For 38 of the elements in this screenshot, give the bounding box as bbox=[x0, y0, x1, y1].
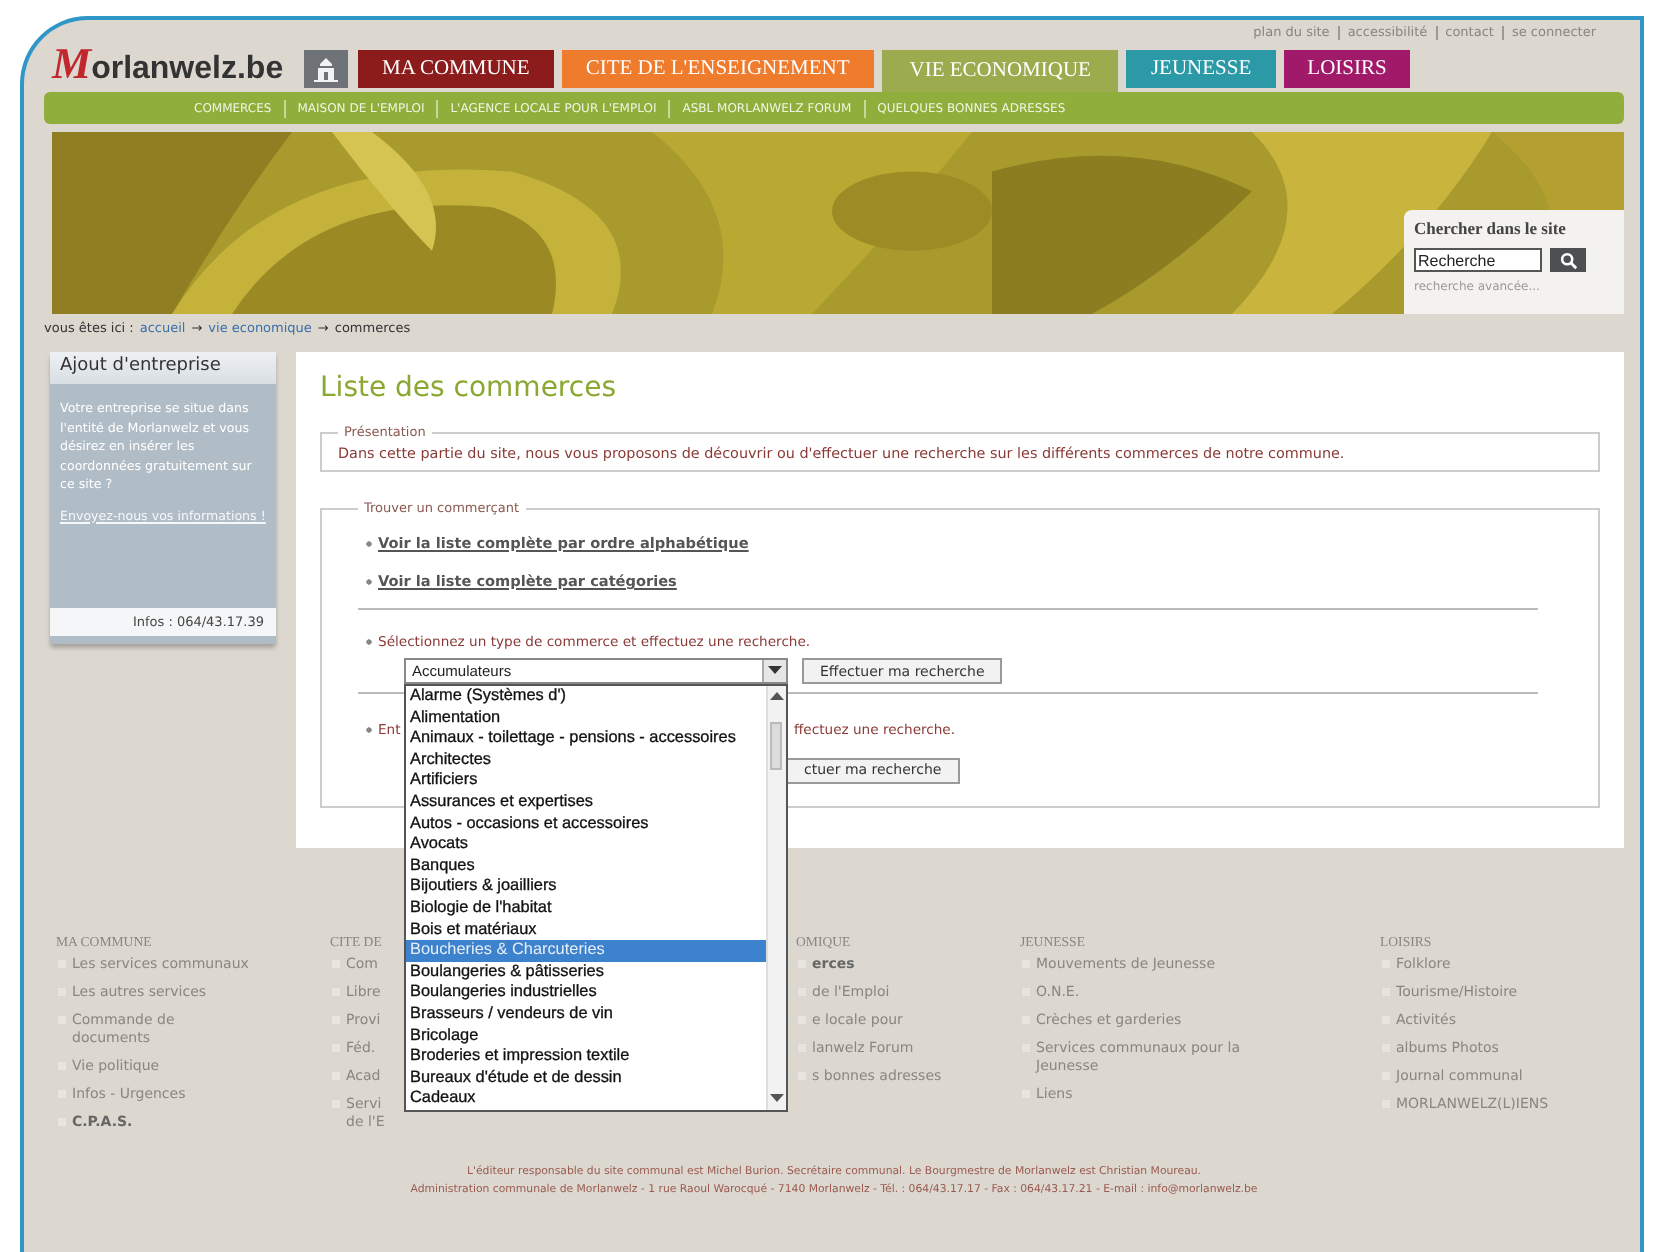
search-field[interactable]: Recherche bbox=[1414, 248, 1542, 272]
home-button[interactable] bbox=[304, 50, 348, 88]
dropdown-option[interactable]: Banques bbox=[406, 855, 766, 877]
dropdown-option[interactable]: Brasseurs / vendeurs de vin bbox=[406, 1003, 766, 1025]
dropdown-option[interactable]: Boulangeries & pâtisseries bbox=[406, 961, 766, 983]
dropdown-option[interactable]: Animaux - toilettage - pensions - accessoires bbox=[406, 728, 766, 750]
dropdown-option[interactable]: Assurances et expertises bbox=[406, 791, 766, 814]
dropdown-option[interactable]: Bois et matériaux bbox=[406, 919, 766, 941]
nav-tab[interactable]: VIE ECONOMIQUE bbox=[881, 50, 1119, 92]
dropdown-option[interactable]: Boulangeries industrielles bbox=[406, 982, 766, 1004]
nav-tab[interactable]: MA COMMUNE bbox=[358, 50, 554, 88]
town-hall-icon bbox=[312, 55, 340, 83]
scrollbar-thumb[interactable] bbox=[770, 722, 782, 770]
scroll-up-icon[interactable] bbox=[770, 692, 784, 702]
page-title: Liste des commerces bbox=[320, 372, 618, 408]
nav-tab[interactable]: JEUNESSE bbox=[1126, 50, 1276, 88]
dropdown-option[interactable]: Cadeaux bbox=[406, 1088, 766, 1110]
nav-tab[interactable]: LOISIRS bbox=[1283, 50, 1411, 88]
nav-tab[interactable]: CITE DE L'ENSEIGNEMENT bbox=[561, 50, 874, 88]
dropdown-option[interactable]: Boucheries & Charcuteries bbox=[406, 940, 766, 962]
dropdown-option[interactable]: Bureaux d'étude et de dessin bbox=[406, 1067, 766, 1089]
dropdown-option[interactable]: Architectes bbox=[406, 749, 766, 771]
dropdown-option[interactable]: Bricolage bbox=[406, 1025, 766, 1047]
scrollbar[interactable] bbox=[766, 686, 786, 1110]
scroll-down-icon[interactable] bbox=[770, 1093, 784, 1104]
dropdown-option[interactable]: Autos - occasions et accessoires bbox=[406, 813, 766, 835]
search-icon bbox=[1559, 251, 1577, 269]
dropdown-option[interactable]: Alarme (Systèmes d') bbox=[406, 686, 766, 708]
dropdown-option[interactable]: Biologie de l'habitat bbox=[406, 897, 766, 920]
search-title: Chercher dans le site bbox=[1414, 218, 1568, 238]
dropdown-option[interactable]: Bijoutiers & joailliers bbox=[406, 876, 766, 898]
dropdown-option[interactable]: Avocats bbox=[406, 834, 766, 856]
site-logo[interactable]: Morlanwelz.be bbox=[44, 44, 300, 92]
dropdown-option[interactable]: Artificiers bbox=[406, 770, 766, 792]
dropdown-option[interactable]: Broderies et impression textile bbox=[406, 1046, 766, 1068]
sidebar-title: Ajout d'entreprise bbox=[50, 352, 276, 384]
dropdown-option[interactable]: Alimentation bbox=[406, 707, 766, 729]
search-button[interactable] bbox=[1550, 248, 1586, 272]
